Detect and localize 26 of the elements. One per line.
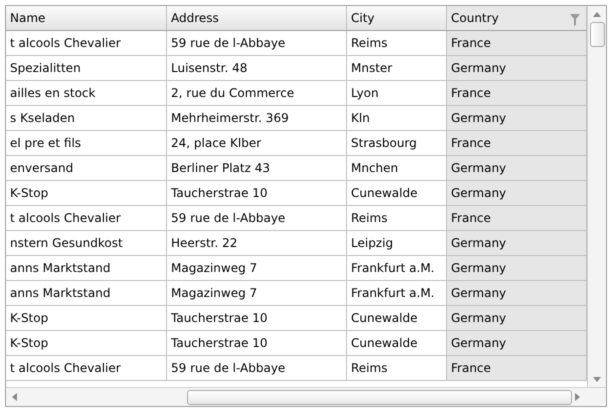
table-cell: Germany [447,156,587,180]
table-cell: Germany [447,56,587,80]
column-header[interactable]: Address [167,6,347,30]
horizontal-scrollbar[interactable] [6,387,606,406]
table-cell: Germany [447,256,587,280]
table-cell: France [447,206,587,230]
column-header[interactable]: Name [6,6,167,30]
table-cell: Germany [447,331,587,355]
table-cell: France [447,31,587,55]
filter-icon[interactable] [570,14,580,26]
column-header[interactable]: Country [447,6,587,30]
table-cell: Germany [447,181,587,205]
table-cell: Germany [447,281,587,305]
scroll-right-icon[interactable] [575,393,580,401]
scroll-left-icon[interactable] [12,393,17,401]
vertical-scrollbar[interactable] [587,6,606,387]
scroll-up-icon[interactable] [593,12,601,17]
table-cell: Germany [447,106,587,130]
scroll-down-icon[interactable] [593,377,601,382]
table-cell: Germany [447,231,587,255]
table-cell: France [447,131,587,155]
table-cell: France [447,356,587,380]
table-cell: Germany [447,306,587,330]
scroll-thumb[interactable] [590,22,604,47]
scroll-thumb[interactable] [187,390,572,404]
table-cell: France [447,81,587,105]
